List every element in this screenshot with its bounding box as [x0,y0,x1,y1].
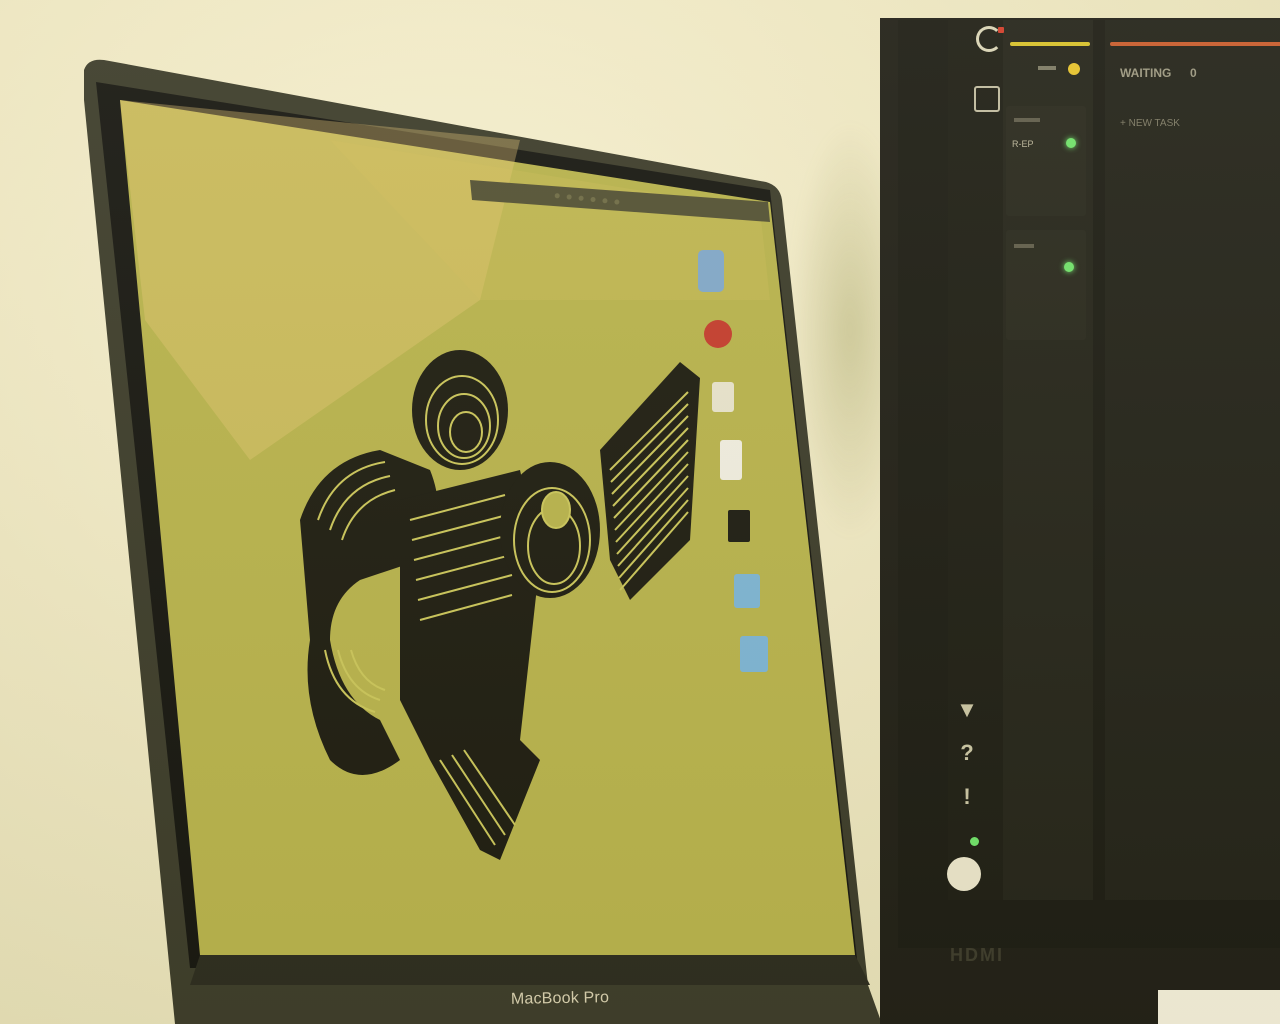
background-object [1158,990,1280,1024]
column-1-status-bar [1010,42,1090,46]
column-2-title: WAITING [1120,66,1172,80]
column-2-status-bar [1110,42,1280,46]
app-sidebar [948,20,1003,900]
wifi-icon[interactable]: ▼ [954,697,980,723]
task-card-tag [1014,118,1040,122]
task-card-tag [1014,244,1034,248]
desktop-icon-folder-2[interactable] [740,636,768,672]
menubar-icon[interactable] [554,193,560,199]
help-icon[interactable]: ? [954,740,980,766]
column-2-count: 0 [1190,66,1197,80]
menubar-icon[interactable] [590,196,596,203]
laptop-brand-label: MacBook Pro [510,989,610,1008]
task-card[interactable] [1006,106,1086,216]
menubar-icon[interactable] [578,195,584,202]
star-icon[interactable] [1068,63,1080,75]
menubar-icon[interactable] [614,199,620,205]
info-icon[interactable]: ! [954,784,980,810]
task-card-status-dot [1066,138,1076,148]
desktop-icon-creative-cloud[interactable] [704,320,732,348]
desktop-icon-file[interactable] [720,440,742,480]
desktop-icon-document[interactable] [712,382,734,412]
grid-icon[interactable] [974,86,1000,112]
photo-scene: MacBook Pro WAITING 0 + NEW TASK R-EP ▼ … [0,0,1280,1024]
board-column-2 [1105,20,1280,900]
desktop-icon-app[interactable] [698,250,724,292]
menubar-icon[interactable] [602,198,608,204]
task-card-label: R-EP [1012,139,1034,149]
monitor-port-label: HDMI [950,945,1004,965]
new-task-link[interactable]: + NEW TASK [1120,118,1180,129]
desktop-icon-folder-1[interactable] [734,574,760,608]
laptop-chin [190,955,870,985]
menubar-icon[interactable] [566,194,572,200]
column-1-title [1038,66,1056,70]
avatar[interactable] [947,857,981,891]
task-card-status-dot [1064,262,1074,272]
desktop-icon-black-file[interactable] [728,510,750,542]
presence-indicator [970,837,979,846]
app-logo-icon[interactable] [976,26,1004,52]
